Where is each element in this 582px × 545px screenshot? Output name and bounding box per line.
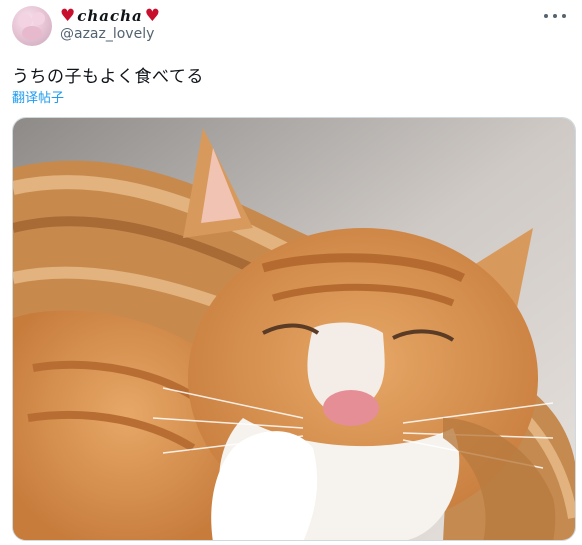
more-dot xyxy=(553,14,557,18)
author-handle[interactable]: @azaz_lovely xyxy=(60,26,154,42)
tweet-text: うちの子もよく食べてる xyxy=(12,67,204,87)
more-dot xyxy=(544,14,548,18)
tweet-photo[interactable] xyxy=(12,117,576,541)
heart-icon: ♥ xyxy=(144,5,161,26)
translate-post-link[interactable]: 翻译帖子 xyxy=(12,87,64,106)
heart-icon: ♥ xyxy=(60,5,76,26)
author-name-row[interactable]: ♥ chacha ♥ xyxy=(60,6,160,26)
more-dots-icon[interactable] xyxy=(544,8,566,24)
tweet-card: ♥ chacha ♥ @azaz_lovely うちの子もよく食べてる 翻译帖子 xyxy=(0,0,582,545)
cat-photo xyxy=(13,118,575,540)
author-display-name[interactable]: chacha xyxy=(77,7,143,25)
avatar[interactable] xyxy=(12,6,52,46)
more-dot xyxy=(562,14,566,18)
